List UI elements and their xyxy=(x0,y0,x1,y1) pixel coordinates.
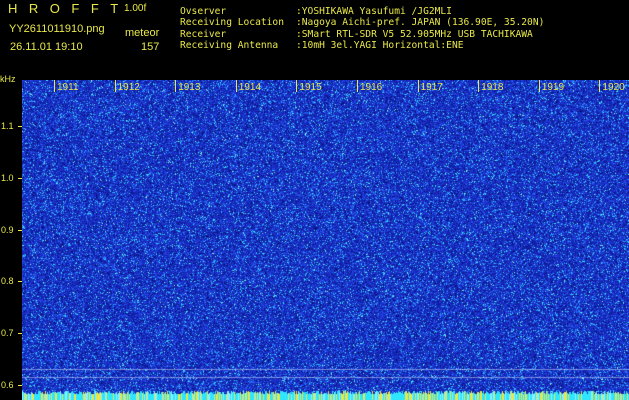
time-tick-mark xyxy=(599,80,601,92)
time-label: 1916 xyxy=(360,82,383,93)
info-label: Receiving Location xyxy=(180,17,284,29)
frequency-tick-label: 0.7 xyxy=(1,327,14,338)
file-name: YY2611011910.png xyxy=(9,23,105,35)
frequency-tick-label: 1.0 xyxy=(1,173,14,184)
info-value: :10mH 3el.YAGI Horizontal:ENE xyxy=(296,39,464,51)
frequency-tick-label: 0.8 xyxy=(1,276,14,287)
info-row-receiver: Receiver :SMart RTL-SDR V5 52.905MHz USB… xyxy=(180,29,544,40)
info-row-antenna: Receiving Antenna :10mH 3el.YAGI Horizon… xyxy=(180,40,544,51)
time-label: 1915 xyxy=(299,82,322,93)
time-tick-mark xyxy=(175,80,177,92)
time-tick-mark xyxy=(478,80,480,92)
time-tick-mark xyxy=(417,80,419,92)
frequency-axis-unit: kHz xyxy=(0,74,16,84)
info-label: Receiver xyxy=(180,28,227,40)
meteor-count: 157 xyxy=(141,41,160,53)
info-label: Receiving Antenna xyxy=(180,39,279,51)
info-value: :Nagoya Aichi-pref. JAPAN (136.90E, 35.2… xyxy=(296,17,545,29)
time-tick-mark xyxy=(114,80,116,92)
frequency-tick-label: 0.6 xyxy=(1,379,14,390)
time-label: 1911 xyxy=(57,82,79,93)
station-info: Ovserver :YOSHIKAWA Yasufumi /JG2MLI Rec… xyxy=(180,6,544,51)
time-tick-mark xyxy=(357,80,358,92)
frequency-tick-label: 0.9 xyxy=(1,224,14,235)
info-value: :YOSHIKAWA Yasufumi /JG2MLI xyxy=(296,6,452,17)
app-version: 1.00f xyxy=(124,3,147,14)
time-label: 1917 xyxy=(420,82,443,93)
info-value: :SMart RTL-SDR V5 52.905MHz USB TACHIKAW… xyxy=(296,28,533,40)
info-label: Ovserver xyxy=(180,6,227,17)
time-tick-mark xyxy=(538,80,540,92)
time-label: 1913 xyxy=(178,82,201,93)
time-tick-mark xyxy=(54,80,55,92)
time-label: 1918 xyxy=(481,82,504,93)
meteor-label: meteor xyxy=(125,27,160,39)
time-tick-mark xyxy=(296,80,298,92)
time-label: 1912 xyxy=(117,82,140,93)
app-title: HROFFT xyxy=(8,1,130,16)
time-label: 1919 xyxy=(541,82,565,93)
frequency-tick-label: 1.1 xyxy=(1,121,14,132)
datetime-label: 26.11.01 19:10 xyxy=(10,41,83,53)
info-row-location: Receiving Location :Nagoya Aichi-pref. J… xyxy=(180,17,544,28)
info-row-observer: Ovserver :YOSHIKAWA Yasufumi /JG2MLI xyxy=(180,6,544,17)
time-label: 1914 xyxy=(238,82,262,93)
spectrogram-canvas xyxy=(22,80,629,400)
time-label: 1920 xyxy=(602,82,625,93)
time-tick-mark xyxy=(235,80,237,92)
